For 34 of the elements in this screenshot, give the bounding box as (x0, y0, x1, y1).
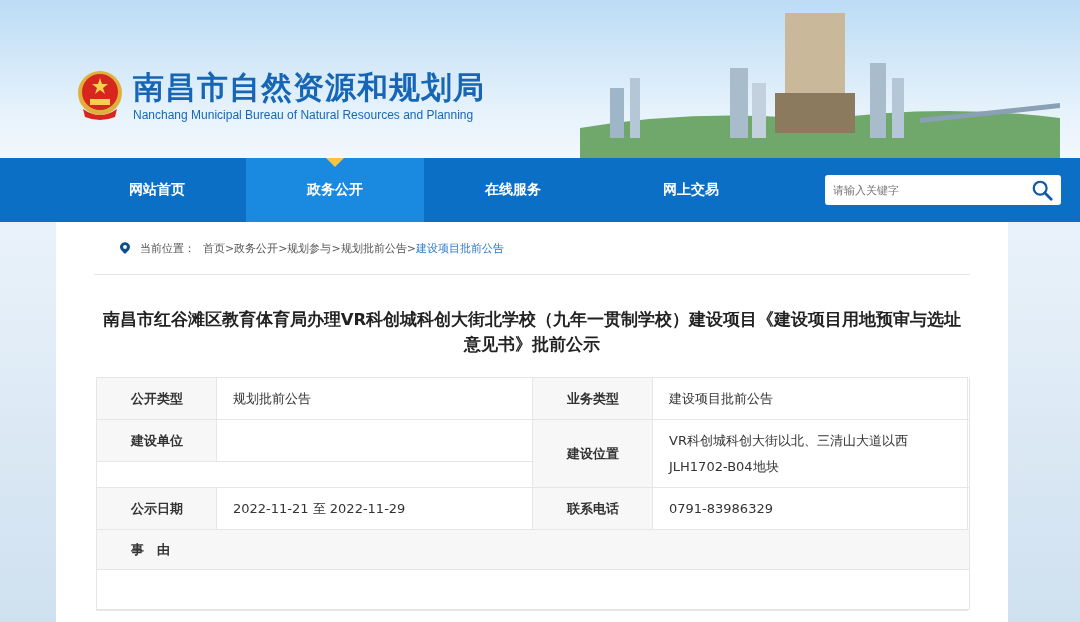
breadcrumb-link[interactable]: 规划参与 (287, 240, 332, 256)
field-value: 规划批前公告 (233, 389, 312, 408)
search-field[interactable]: 请输入关键字 (825, 175, 1061, 205)
field-label: 建设单位 (97, 420, 217, 462)
breadcrumb-link[interactable]: 规划批前公告 (340, 240, 407, 256)
field-value: 建设项目批前公告 (669, 389, 774, 408)
breadcrumb-label: 当前位置： (140, 240, 195, 256)
reason-label: 事 由 (131, 540, 170, 559)
site-subtitle: Nanchang Municipal Bureau of Natural Resources and Planning (133, 108, 475, 122)
field-value: JLH1702-B04地块 (669, 457, 780, 476)
field-label: 公示日期 (97, 488, 217, 530)
field-value: 2022-11-21 至 2022-11-29 (233, 499, 407, 518)
emblem-icon (75, 69, 125, 121)
field-label: 建设位置 (533, 420, 653, 488)
field-label: 业务类型 (533, 378, 653, 420)
location-pin-icon (120, 242, 130, 254)
article-title: 南昌市红谷滩区教育体育局办理VR科创城科创大街北学校（九年一贯制学校）建设项目《建设项目用地预审与选址意见书》批前公示 (101, 309, 963, 356)
field-label: 联系电话 (533, 488, 653, 530)
breadcrumb-separator: > (406, 241, 416, 255)
nav-tab[interactable]: 政务公开 (246, 158, 424, 222)
breadcrumb-link[interactable]: 建设项目批前公告 (415, 240, 504, 256)
breadcrumb-separator: > (278, 241, 288, 255)
field-label: 公开类型 (97, 378, 217, 420)
site-title: 南昌市自然资源和规划局 (133, 68, 485, 106)
breadcrumb-link[interactable]: 政务公开 (234, 240, 279, 256)
field-value: 0791-83986329 (669, 501, 774, 516)
nav-tab[interactable]: 在线服务 (424, 158, 602, 222)
breadcrumb-separator: > (331, 241, 341, 255)
breadcrumb-separator: > (225, 241, 235, 255)
search-icon[interactable] (1031, 179, 1053, 201)
nav-tab[interactable]: 网站首页 (68, 158, 246, 222)
field-value: VR科创城科创大街以北、三清山大道以西 (669, 431, 909, 450)
nav-tab[interactable]: 网上交易 (602, 158, 780, 222)
breadcrumb-link[interactable]: 首页 (203, 240, 225, 256)
